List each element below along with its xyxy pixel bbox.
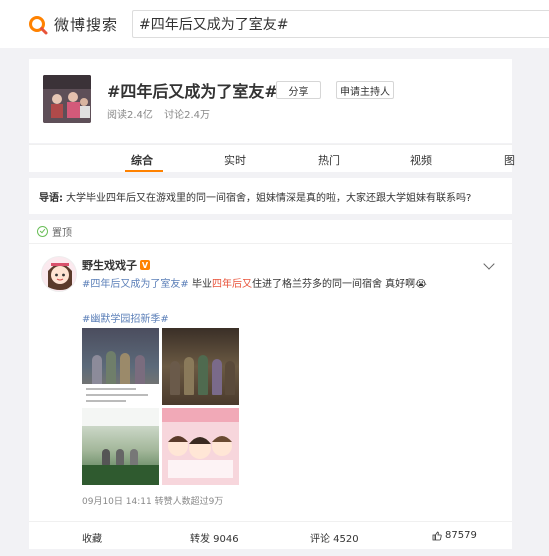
vip-badge-icon: V [140,260,150,270]
share-button[interactable]: 分享 [276,81,321,99]
image-sky [82,408,159,426]
image-figure [130,449,138,465]
image-figure [102,449,110,465]
topic-header: #四年后又成为了室友# 阅读2.4亿 讨论2.4万 分享 申请主持人 [29,59,512,143]
weibo-search-logo[interactable]: 微博搜索 [28,14,118,35]
topic-intro: 导语: 大学毕业四年后又在游戏里的同一间宿舍，姐妹情深是真的啦，大家还跟大学姐妹… [29,178,512,214]
top-bar: 微博搜索 #四年后又成为了室友# [0,0,549,48]
image-figure [198,355,208,395]
like-count: 87579 [445,530,477,541]
pinned-label: 置顶 [52,228,72,239]
tab-realtime[interactable]: 实时 [224,152,246,168]
active-tab-indicator [125,170,163,172]
tab-comprehensive[interactable]: 综合 [131,152,153,168]
username-text: 野生戏戏子 [82,259,137,272]
topic-title: #四年后又成为了室友# [107,82,278,101]
topic-stats: 阅读2.4亿 讨论2.4万 [107,106,218,121]
tab-images[interactable]: 图 [504,152,515,168]
search-logo-icon [29,15,48,34]
post-highlight: 四年后又 [211,279,252,290]
avatar[interactable] [41,256,77,292]
post-text-part1: 毕业 [188,279,212,290]
cartoon-graphic [162,408,239,485]
post-text: #四年后又成为了室友# 毕业四年后又住进了格兰芬多的同一间宿舍 真好啊😭 [82,275,427,290]
pinned-bar: 置顶 [29,220,512,244]
caption-line [86,394,148,396]
intro-prefix: 导语: [39,192,63,204]
search-input[interactable]: #四年后又成为了室友# [132,10,549,38]
apply-host-button[interactable]: 申请主持人 [336,81,394,99]
image-figure [170,361,180,395]
search-value: #四年后又成为了室友# [139,17,289,33]
discussion-count: 讨论2.4万 [164,110,210,121]
post-second-tag[interactable]: #幽默学园招新季# [82,310,169,325]
image-caption-area [82,384,159,405]
image-figure [184,357,194,395]
post-image-4[interactable] [162,408,239,485]
image-figure [225,361,235,395]
username[interactable]: 野生戏戏子 V [82,257,150,273]
post-image-1[interactable] [82,328,159,405]
post-actions: 收藏 转发 9046 评论 4520 87579 [29,521,512,549]
tab-bar: 综合 实时 热门 视频 图 [29,144,515,172]
pinned-check-icon [37,226,48,237]
tab-video[interactable]: 视频 [410,152,432,168]
post-topic-tag[interactable]: #四年后又成为了室友# [82,279,189,290]
post-image-2[interactable] [162,328,239,405]
post-image-3[interactable] [82,408,159,485]
topic-cover-graphic [43,75,91,123]
comment-button[interactable]: 评论 4520 [310,530,359,545]
topic-cover-image[interactable] [43,75,91,123]
post-card: 置顶 野生戏戏子 V #四年后又成为了室友# 毕业四年后又住进了格兰芬多的同一间… [29,220,512,549]
read-count: 阅读2.4亿 [107,110,153,121]
crying-emoji-icon: 😭 [415,279,427,290]
collect-button[interactable]: 收藏 [82,530,102,545]
chevron-down-icon[interactable] [483,258,495,270]
intro-text: 大学毕业四年后又在游戏里的同一间宿舍，姐妹情深是真的啦，大家还跟大学姐妹有联系吗… [66,192,472,204]
image-figure [116,449,124,465]
image-grass [82,465,159,485]
caption-line [86,388,136,390]
caption-line [86,400,126,402]
thumbs-up-icon [432,531,442,540]
repost-button[interactable]: 转发 9046 [190,530,239,545]
post-meta: 09月10日 14:11 转赞人数超过9万 [82,497,224,507]
like-button[interactable]: 87579 [432,530,477,541]
tab-hot[interactable]: 热门 [318,152,340,168]
image-figure [212,359,222,395]
post-text-part2: 住进了格兰芬多的同一间宿舍 真好啊 [251,279,416,290]
avatar-graphic [42,257,76,291]
logo-text: 微博搜索 [54,16,119,34]
